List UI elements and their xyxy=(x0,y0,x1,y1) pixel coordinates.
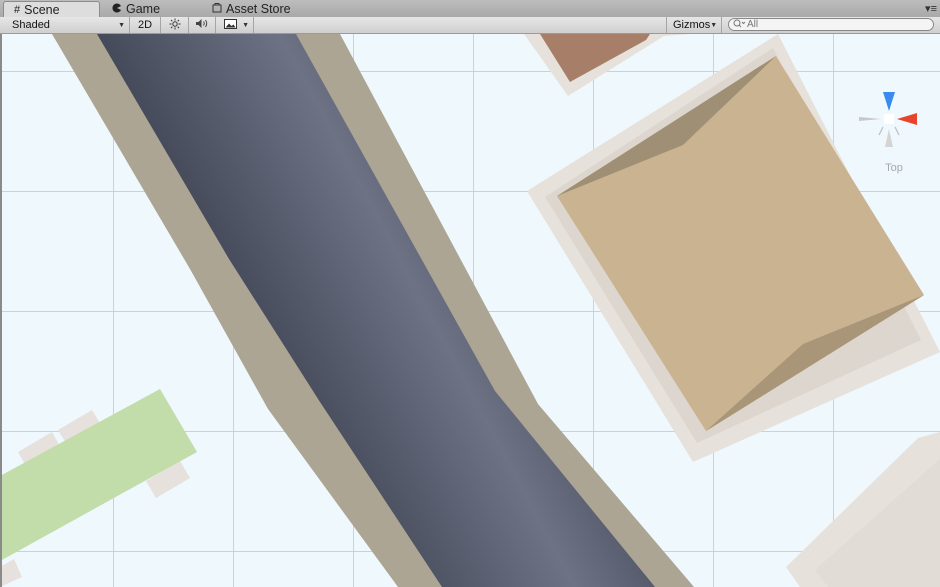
bench-4 xyxy=(0,559,22,587)
search-icon xyxy=(733,19,746,31)
tab-scene[interactable]: # Scene xyxy=(3,1,100,18)
bag-icon xyxy=(212,2,222,16)
scene-toolbar: Shaded ▼ 2D ▼ Gizmos ▼ xyxy=(0,17,940,34)
tab-menu-icon[interactable]: ▾≡ xyxy=(925,2,937,15)
search-input[interactable] xyxy=(745,19,927,30)
tab-scene-label: Scene xyxy=(24,3,60,17)
editor-tab-bar: # Scene Game Asset Store ▾≡ xyxy=(0,0,940,18)
effects-dropdown[interactable]: ▼ xyxy=(216,17,254,33)
shading-mode-label: Shaded xyxy=(12,19,50,31)
lighting-toggle[interactable] xyxy=(161,17,189,33)
tab-asset-store-label: Asset Store xyxy=(226,2,291,16)
sun-icon xyxy=(169,18,181,33)
tab-asset-store[interactable]: Asset Store xyxy=(202,1,312,17)
tab-game-label: Game xyxy=(126,2,161,16)
shading-mode-dropdown[interactable]: Shaded ▼ xyxy=(0,17,130,33)
gizmos-label: Gizmos xyxy=(673,19,711,31)
y-axis-cone-icon[interactable] xyxy=(883,92,895,111)
image-icon xyxy=(224,18,237,32)
chevron-down-icon: ▼ xyxy=(118,21,125,29)
neg-x-axis-icon xyxy=(859,117,881,121)
mode-2d-toggle[interactable]: 2D xyxy=(130,17,161,33)
view-label: Top xyxy=(885,162,903,174)
grid-icon: # xyxy=(14,3,21,16)
mode-2d-label: 2D xyxy=(137,19,153,31)
scene-search-field[interactable] xyxy=(728,18,934,31)
scene-viewport[interactable]: Top xyxy=(0,34,940,587)
neg-z-axis-icon xyxy=(878,126,884,136)
chevron-down-icon: ▼ xyxy=(242,21,249,29)
z-axis-icon xyxy=(894,126,900,136)
scene-geometry xyxy=(0,34,940,587)
gizmos-dropdown[interactable]: Gizmos ▼ xyxy=(666,17,722,33)
pacman-icon xyxy=(112,2,122,16)
speaker-icon xyxy=(195,18,209,32)
neg-y-axis-icon xyxy=(885,129,893,147)
chevron-down-icon: ▼ xyxy=(710,21,718,29)
viewport-frame xyxy=(0,34,2,587)
tab-game[interactable]: Game xyxy=(102,1,198,17)
audio-toggle[interactable] xyxy=(189,17,216,33)
x-axis-cone-icon[interactable] xyxy=(897,113,917,125)
center-cube-icon[interactable] xyxy=(884,114,894,124)
